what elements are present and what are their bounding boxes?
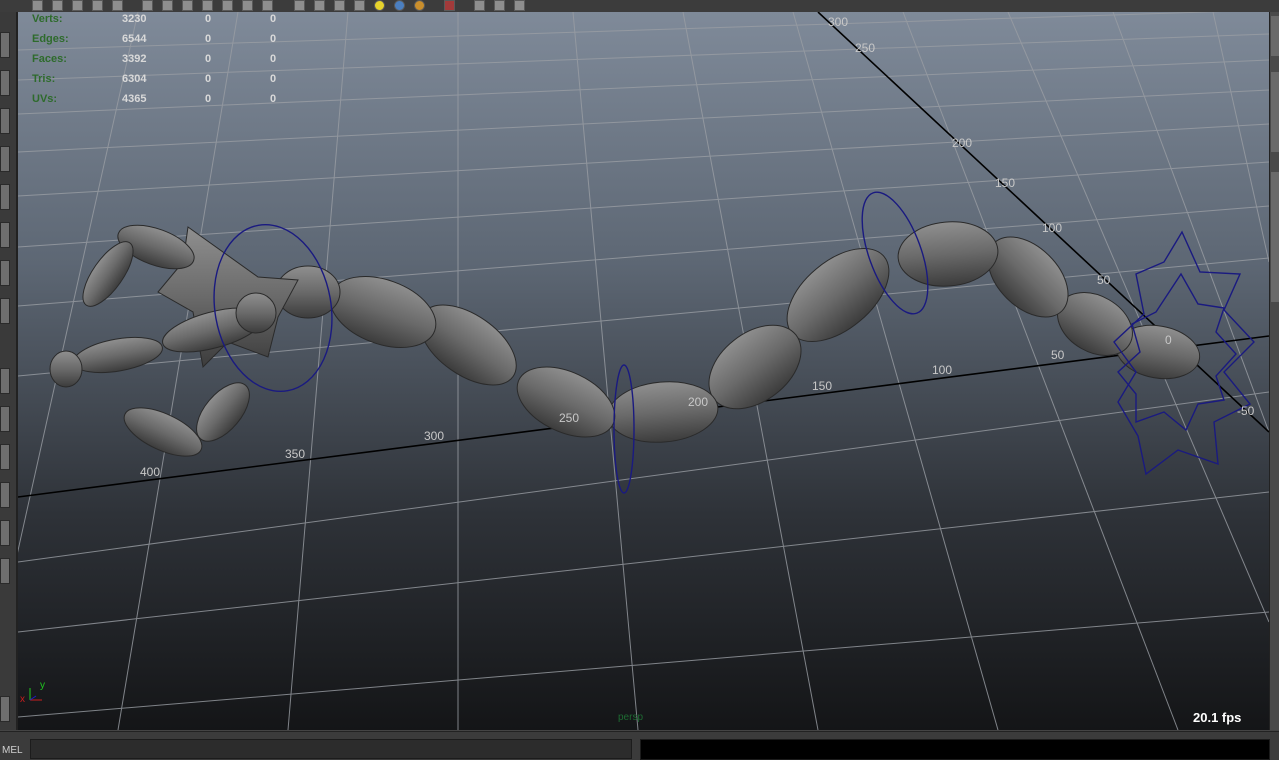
- hud-value: 0: [205, 33, 212, 45]
- grid-label: 200: [688, 395, 709, 409]
- hud-value: 0: [205, 53, 212, 65]
- hud-label: Edges:: [32, 33, 69, 45]
- snap-icon[interactable]: [52, 0, 63, 11]
- hud-value: 3392: [122, 53, 147, 65]
- layout-graph-icon[interactable]: [0, 520, 10, 546]
- cube-icon[interactable]: [294, 0, 305, 11]
- light-icon[interactable]: [202, 0, 213, 11]
- hud-value: 0: [270, 53, 277, 65]
- hud-label: Verts:: [32, 13, 63, 25]
- hud-row-uvs: UVs: 4365 0 0: [32, 93, 312, 109]
- render-icon[interactable]: [32, 0, 43, 11]
- hud-label: UVs:: [32, 93, 58, 105]
- hud-value: 0: [205, 73, 212, 85]
- cube-textured-icon[interactable]: [334, 0, 345, 11]
- grid-label: 50: [1097, 273, 1111, 287]
- grid-label: 200: [952, 136, 973, 150]
- soft-mod-tool-icon[interactable]: [0, 260, 10, 286]
- grid-label: -50: [1237, 404, 1255, 418]
- move-tool-icon[interactable]: [0, 108, 10, 134]
- last-tool-icon[interactable]: [0, 298, 10, 324]
- layout-four-icon[interactable]: [0, 406, 10, 432]
- grid-label: 400: [140, 465, 161, 479]
- grid-label: 250: [559, 411, 580, 425]
- shadow-sphere-icon[interactable]: [414, 0, 425, 11]
- grid-label: 100: [932, 363, 953, 377]
- attribute-editor-tab[interactable]: [1271, 16, 1279, 56]
- grid-label: 300: [424, 429, 445, 443]
- grid-label: 300: [828, 15, 849, 29]
- manip-tool-icon[interactable]: [0, 222, 10, 248]
- hud-label: Tris:: [32, 73, 56, 85]
- grid-label: 100: [1042, 221, 1063, 235]
- hud-value: 3230: [122, 13, 147, 25]
- grid-icon[interactable]: [72, 0, 83, 11]
- graph-icon[interactable]: [514, 0, 525, 11]
- hud-value: 0: [270, 13, 277, 25]
- hud-row-tris: Tris: 6304 0 0: [32, 73, 312, 89]
- scale-tool-icon[interactable]: [0, 184, 10, 210]
- hud-row-edges: Edges: 6544 0 0: [32, 33, 312, 49]
- fps-readout: 20.1 fps: [1193, 710, 1242, 725]
- grid-label: 50: [1051, 348, 1065, 362]
- hud-value: 6544: [122, 33, 147, 45]
- grid-label: 0: [1165, 333, 1172, 347]
- command-line-bar: MEL: [0, 731, 1279, 760]
- bookmark-icon[interactable]: [262, 0, 273, 11]
- layout-extra-icon[interactable]: [0, 696, 10, 722]
- texture-icon[interactable]: [182, 0, 193, 11]
- hud-label: Faces:: [32, 53, 67, 65]
- view-axis-indicator: y x: [20, 680, 60, 710]
- cube-shaded-icon[interactable]: [314, 0, 325, 11]
- xray-icon[interactable]: [242, 0, 253, 11]
- lit-sphere-icon[interactable]: [394, 0, 405, 11]
- layout-outliner-icon[interactable]: [0, 482, 10, 508]
- selection-mask-icon[interactable]: [92, 0, 103, 11]
- side-tabs: [1269, 12, 1279, 730]
- mel-command-input[interactable]: [30, 739, 632, 759]
- hud-row-verts: Verts: 3230 0 0: [32, 13, 312, 29]
- axis-y-label: y: [40, 680, 45, 691]
- layout-side-icon[interactable]: [0, 444, 10, 470]
- hud-value: 0: [205, 93, 212, 105]
- layout-single-icon[interactable]: [0, 368, 10, 394]
- hud-value: 4365: [122, 93, 147, 105]
- hud-value: 0: [205, 13, 212, 25]
- tool-box: [0, 12, 18, 730]
- cube-icon-2[interactable]: [474, 0, 485, 11]
- select-tool-icon-left[interactable]: [0, 32, 10, 58]
- hud-value: 6304: [122, 73, 147, 85]
- wireframe-icon[interactable]: [142, 0, 153, 11]
- camera-name-label: persp: [618, 712, 644, 723]
- viewport-scene: [18, 12, 1269, 730]
- lasso-tool-icon[interactable]: [0, 70, 10, 96]
- viewport-background: [18, 12, 1269, 730]
- grid-label: 350: [285, 447, 306, 461]
- hud-row-faces: Faces: 3392 0 0: [32, 53, 312, 69]
- camera-icon[interactable]: [112, 0, 123, 11]
- hud-value: 0: [270, 93, 277, 105]
- select-tool-icon[interactable]: [444, 0, 455, 11]
- channel-box-tab[interactable]: [1271, 172, 1279, 302]
- mel-result-field: [640, 739, 1270, 760]
- axis-x-label: x: [20, 694, 25, 705]
- hud-value: 0: [270, 73, 277, 85]
- grid-label: 250: [855, 41, 876, 55]
- grid-label: 150: [995, 176, 1016, 190]
- grid-label: 150: [812, 379, 833, 393]
- textured-sphere-icon[interactable]: [374, 0, 385, 11]
- layout-hypershade-icon[interactable]: [0, 558, 10, 584]
- perspective-viewport[interactable]: [18, 12, 1269, 730]
- rotate-tool-icon[interactable]: [0, 146, 10, 172]
- tool-settings-tab[interactable]: [1271, 72, 1279, 152]
- isolate-icon[interactable]: [222, 0, 233, 11]
- panel-icon[interactable]: [494, 0, 505, 11]
- shaded-icon[interactable]: [162, 0, 173, 11]
- hud-value: 0: [270, 33, 277, 45]
- mel-label[interactable]: MEL: [2, 745, 23, 756]
- checker-icon[interactable]: [354, 0, 365, 11]
